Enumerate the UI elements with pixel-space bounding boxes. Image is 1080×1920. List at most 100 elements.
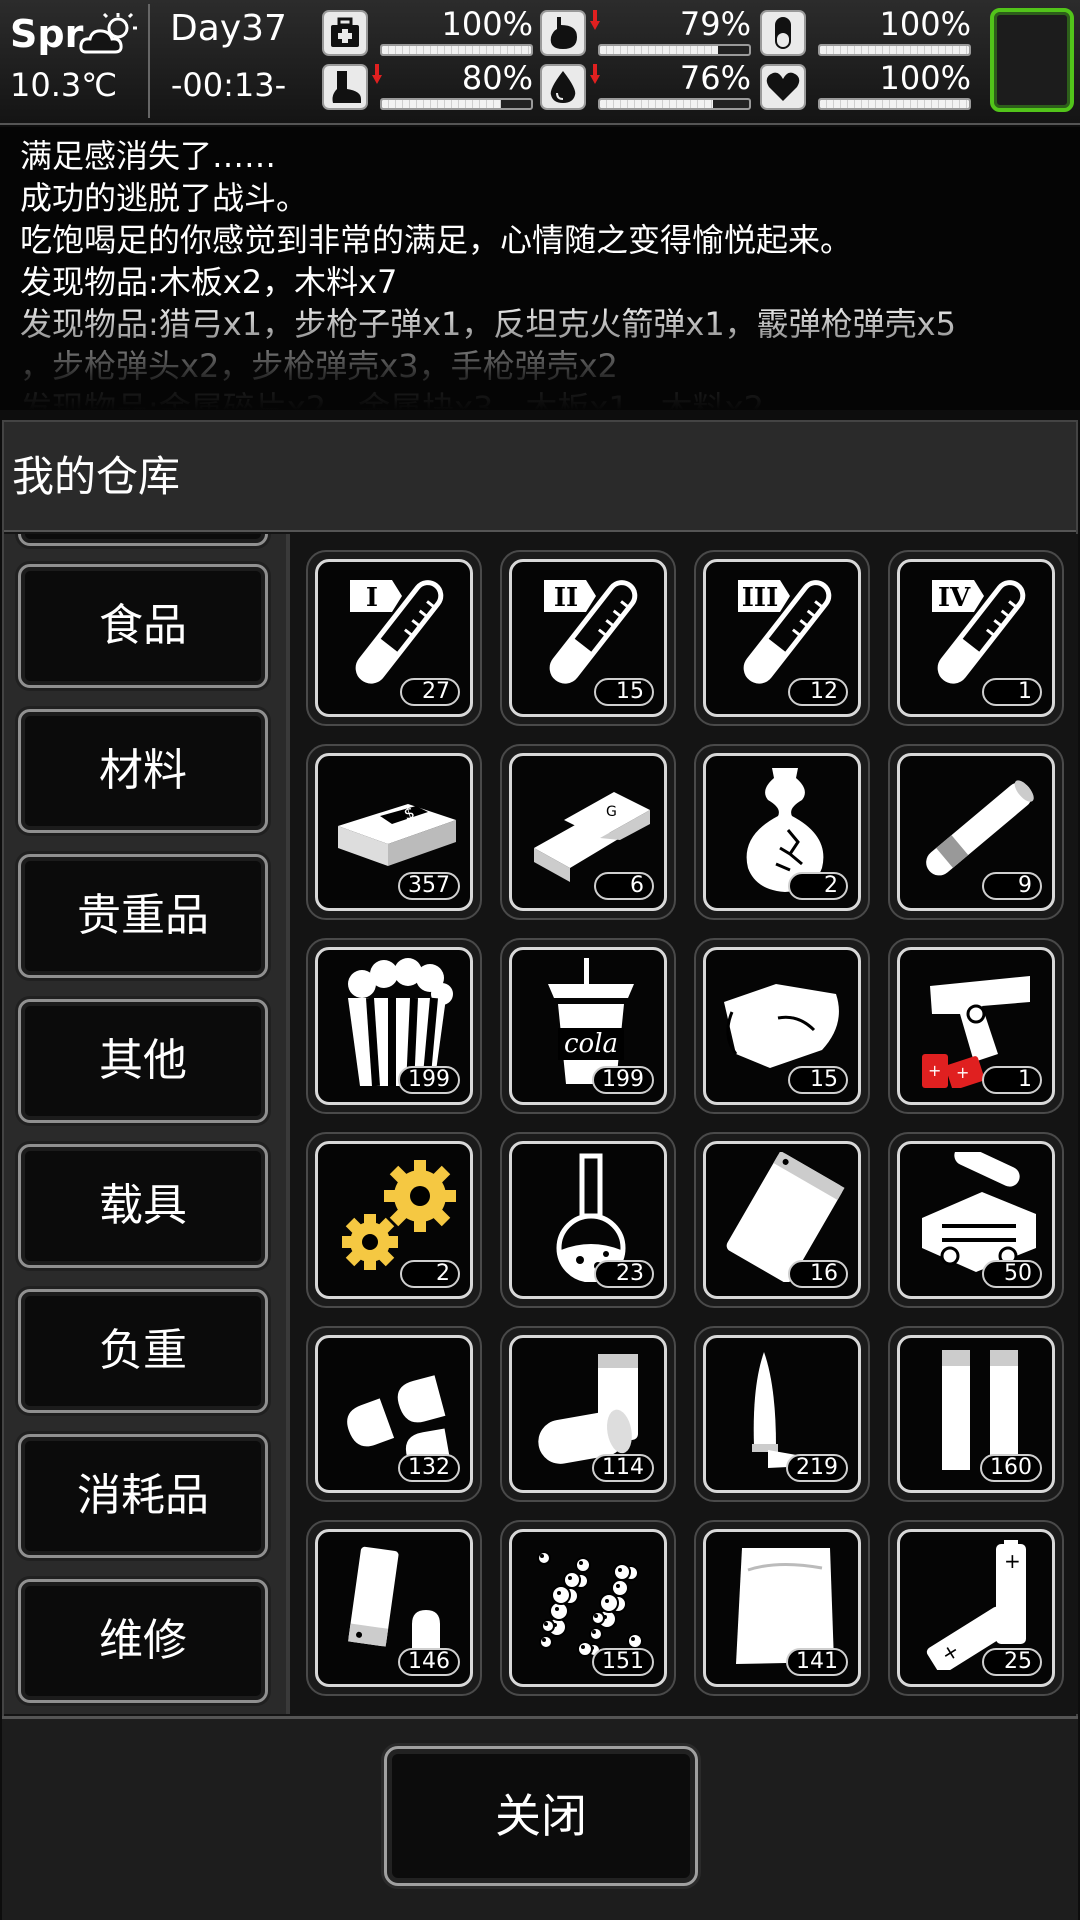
item-slot[interactable]: 132 — [306, 1326, 482, 1502]
item-count: 15 — [594, 678, 654, 706]
day-counter: Day37 — [170, 8, 287, 49]
item-frame: 2 — [315, 1141, 473, 1299]
item-frame: 23 — [509, 1141, 667, 1299]
decrease-arrow-icon — [590, 64, 600, 84]
svg-text:I: I — [366, 583, 378, 613]
item-slot[interactable]: 141 — [694, 1520, 870, 1696]
item-count: 219 — [786, 1454, 848, 1482]
category-button[interactable]: 维修 — [18, 1579, 268, 1703]
stat-health: 100% — [322, 6, 537, 56]
item-frame: 132 — [315, 1335, 473, 1493]
water-drop-icon — [540, 64, 586, 110]
stat-bar-fill — [382, 46, 531, 54]
panel-title: 我的仓库 — [4, 422, 1076, 532]
equipment-slot[interactable] — [990, 8, 1074, 112]
heart-icon — [760, 64, 806, 110]
item-slot[interactable]: 151 — [500, 1520, 676, 1696]
category-button-partial[interactable] — [18, 534, 268, 546]
category-label: 维修 — [99, 1615, 187, 1666]
item-slot[interactable]: 146 — [306, 1520, 482, 1696]
item-count: 357 — [398, 872, 460, 900]
item-slot[interactable]: + + 1 — [888, 938, 1064, 1114]
item-slot[interactable]: II 15 — [500, 550, 676, 726]
item-slot[interactable]: 23 — [500, 1132, 676, 1308]
item-grid[interactable]: I 27 II 15 III 12 IV 1 $ 357 G 6 2 9 199… — [292, 534, 1078, 1714]
category-button[interactable]: 材料 — [18, 709, 268, 833]
message-log[interactable]: 满足感消失了…… 成功的逃脱了战斗。吃饱喝足的你感觉到非常的满足，心情随之变得愉悦… — [0, 127, 1080, 410]
item-frame: G 6 — [509, 753, 667, 911]
stat-bar — [598, 44, 751, 56]
warehouse-panel: 我的仓库 食品材料贵重品其他载具负重消耗品维修 I 27 II 15 III 1… — [2, 420, 1078, 1920]
stat-bar — [818, 98, 971, 110]
log-line: 满足感消失了…… — [20, 137, 277, 175]
item-frame: II 15 — [509, 559, 667, 717]
item-frame: 2 — [703, 753, 861, 911]
first-aid-kit-icon — [322, 10, 368, 56]
item-frame: 114 — [509, 1335, 667, 1493]
item-frame: I 27 — [315, 559, 473, 717]
item-slot[interactable]: 50 — [888, 1132, 1064, 1308]
item-frame: + + 1 — [897, 947, 1055, 1105]
partly-cloudy-icon — [79, 12, 137, 54]
item-slot[interactable]: G 6 — [500, 744, 676, 920]
category-button[interactable]: 食品 — [18, 564, 268, 688]
category-button[interactable]: 其他 — [18, 999, 268, 1123]
item-count: 50 — [982, 1260, 1042, 1288]
item-frame: 146 — [315, 1529, 473, 1687]
category-label: 载具 — [99, 1180, 187, 1231]
item-count: 199 — [398, 1066, 460, 1094]
item-slot[interactable]: 114 — [500, 1326, 676, 1502]
item-count: 114 — [592, 1454, 654, 1482]
item-slot[interactable]: III 12 — [694, 550, 870, 726]
category-button[interactable]: 负重 — [18, 1289, 268, 1413]
category-sidebar[interactable]: 食品材料贵重品其他载具负重消耗品维修 — [4, 534, 286, 1714]
item-frame: $ 357 — [315, 753, 473, 911]
item-count: 27 — [400, 678, 460, 706]
item-slot[interactable]: 15 — [694, 938, 870, 1114]
item-count: 132 — [398, 1454, 460, 1482]
item-slot[interactable]: 219 — [694, 1326, 870, 1502]
item-slot[interactable]: I 27 — [306, 550, 482, 726]
item-count: 12 — [788, 678, 848, 706]
game-clock: -00:13- — [170, 66, 287, 104]
category-label: 材料 — [99, 745, 187, 796]
item-slot[interactable]: $ 357 — [306, 744, 482, 920]
item-slot[interactable]: 2 — [306, 1132, 482, 1308]
item-slot[interactable]: + + 25 — [888, 1520, 1064, 1696]
item-slot[interactable]: 2 — [694, 744, 870, 920]
log-line: 成功的逃脱了战斗。 — [20, 179, 309, 217]
log-line: 吃饱喝足的你感觉到非常的满足，心情随之变得愉悦起来。 — [20, 221, 853, 259]
stat-bar-fill — [382, 100, 502, 108]
svg-text:IV: IV — [938, 583, 971, 613]
item-slot[interactable]: 16 — [694, 1132, 870, 1308]
stat-immunity: 100% — [760, 6, 975, 56]
category-button[interactable]: 载具 — [18, 1144, 268, 1268]
stomach-icon — [540, 10, 586, 56]
category-button[interactable]: 消耗品 — [18, 1434, 268, 1558]
foot-icon — [322, 64, 368, 110]
item-frame: 151 — [509, 1529, 667, 1687]
stat-value: 76% — [679, 59, 751, 97]
item-slot[interactable]: IV 1 — [888, 550, 1064, 726]
stat-stamina: 80% — [322, 60, 537, 110]
close-button-label: 关闭 — [495, 1789, 587, 1843]
stat-value: 80% — [461, 59, 533, 97]
item-slot[interactable]: 160 — [888, 1326, 1064, 1502]
category-button[interactable]: 贵重品 — [18, 854, 268, 978]
item-frame: 16 — [703, 1141, 861, 1299]
stat-value: 100% — [879, 5, 971, 43]
close-button[interactable]: 关闭 — [384, 1746, 698, 1886]
stat-value: 100% — [879, 59, 971, 97]
category-label: 贵重品 — [77, 890, 209, 941]
item-count: 141 — [786, 1648, 848, 1676]
stat-bar — [818, 44, 971, 56]
stat-value: 79% — [679, 5, 751, 43]
item-frame: 160 — [897, 1335, 1055, 1493]
item-count: 199 — [592, 1066, 654, 1094]
item-frame: 50 — [897, 1141, 1055, 1299]
stat-mood: 100% — [760, 60, 975, 110]
item-slot[interactable]: 9 — [888, 744, 1064, 920]
svg-text:+: + — [928, 1061, 941, 1080]
item-slot[interactable]: 199 — [306, 938, 482, 1114]
item-slot[interactable]: cola 199 — [500, 938, 676, 1114]
